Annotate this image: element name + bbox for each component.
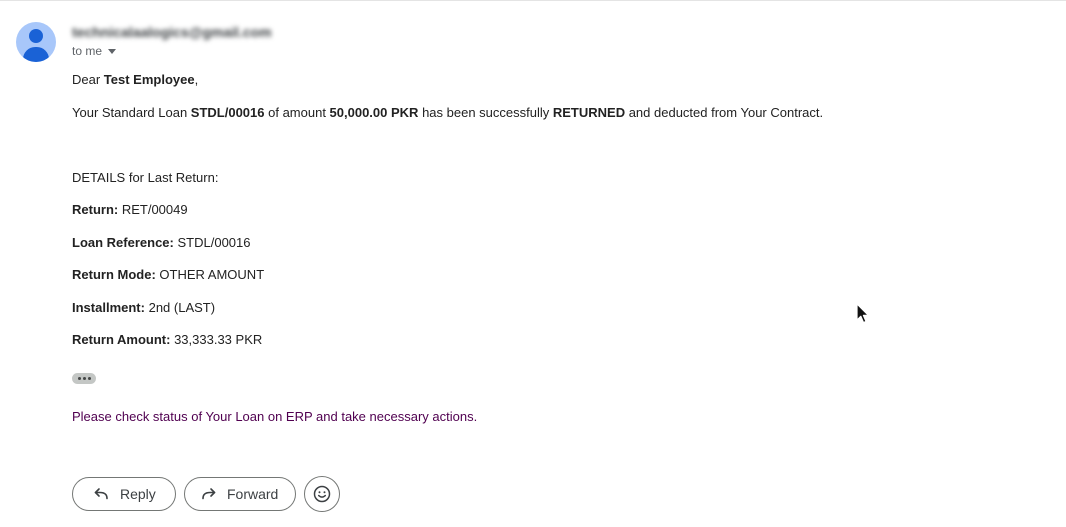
message-part: Your Standard Loan bbox=[72, 105, 191, 120]
detail-value: 33,333.33 PKR bbox=[174, 332, 263, 347]
detail-value: OTHER AMOUNT bbox=[159, 267, 265, 282]
loan-status: RETURNED bbox=[552, 105, 626, 120]
forward-label: Forward bbox=[227, 486, 279, 502]
ellipsis-icon bbox=[82, 377, 86, 380]
detail-row-installment: Installment: 2nd (LAST) bbox=[72, 300, 215, 316]
reply-button[interactable]: Reply bbox=[72, 477, 176, 511]
message-part: and deducted from Your Contract. bbox=[625, 105, 824, 120]
sender-avatar[interactable] bbox=[16, 22, 56, 62]
top-divider bbox=[0, 0, 1066, 1]
loan-amount: 50,000.00 PKR bbox=[329, 105, 419, 120]
reply-arrow-icon bbox=[93, 486, 109, 502]
show-trimmed-content-button[interactable] bbox=[72, 373, 96, 384]
detail-value: RET/00049 bbox=[121, 202, 188, 217]
detail-label: Installment: bbox=[72, 300, 145, 315]
chevron-down-icon[interactable] bbox=[108, 48, 117, 54]
avatar-head bbox=[29, 29, 43, 43]
detail-row-return-mode: Return Mode: OTHER AMOUNT bbox=[72, 267, 264, 283]
message-part: has been successfully bbox=[418, 105, 553, 120]
loan-reference: STDL/00016 bbox=[190, 105, 265, 120]
recipient-details-toggle[interactable]: to me bbox=[72, 44, 117, 58]
employee-name: Test Employee bbox=[103, 72, 195, 87]
detail-label: Return Mode: bbox=[72, 267, 156, 282]
detail-value: STDL/00016 bbox=[177, 235, 251, 250]
detail-row-loan-reference: Loan Reference: STDL/00016 bbox=[72, 235, 251, 251]
detail-label: Loan Reference: bbox=[72, 235, 174, 250]
greeting: Dear Test Employee, bbox=[72, 72, 198, 88]
detail-row-return-amount: Return Amount: 33,333.33 PKR bbox=[72, 332, 262, 348]
add-reaction-button[interactable] bbox=[304, 476, 340, 512]
detail-label: Return: bbox=[72, 202, 119, 217]
detail-row-return: Return: RET/00049 bbox=[72, 202, 188, 218]
detail-value: 2nd (LAST) bbox=[148, 300, 216, 315]
loan-message: Your Standard Loan STDL/00016 of amount … bbox=[72, 105, 823, 121]
ellipsis-icon bbox=[87, 377, 91, 380]
message-part: of amount bbox=[264, 105, 330, 120]
ellipsis-icon bbox=[77, 377, 81, 380]
reply-label: Reply bbox=[120, 486, 156, 502]
notice-text: Please check status of Your Loan on ERP … bbox=[72, 409, 478, 424]
greeting-suffix: , bbox=[194, 72, 199, 87]
sender-email[interactable]: technicalaalogics@gmail.com bbox=[72, 24, 272, 40]
details-heading: DETAILS for Last Return: bbox=[72, 170, 219, 185]
detail-label: Return Amount: bbox=[72, 332, 171, 347]
smiley-emoji-icon bbox=[313, 485, 331, 503]
forward-button[interactable]: Forward bbox=[184, 477, 296, 511]
to-me-label: to me bbox=[72, 44, 103, 58]
forward-arrow-icon bbox=[201, 486, 217, 502]
avatar-body bbox=[23, 47, 49, 62]
mouse-pointer-icon bbox=[856, 303, 870, 330]
greeting-prefix: Dear bbox=[72, 72, 104, 87]
